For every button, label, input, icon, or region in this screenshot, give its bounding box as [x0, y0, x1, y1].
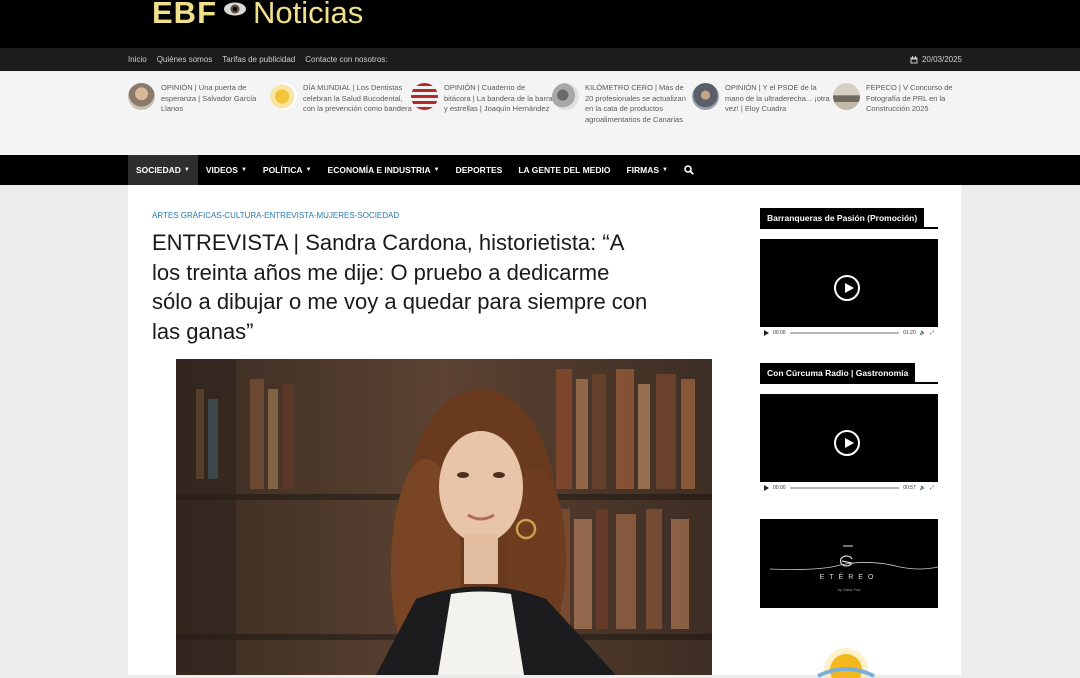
widget-divider [760, 382, 938, 384]
progress-bar[interactable] [789, 487, 900, 489]
ticker-thumbnail [552, 83, 579, 110]
sun-logo [808, 638, 878, 678]
main-navigation: SOCIEDAD ▼ VIDEOS ▼ POLÍTICA ▼ ECONOMÍA E I… [0, 155, 1080, 185]
ticker-headline: OPINIÓN | Y el PSOE de la mano de la ult… [725, 83, 830, 113]
ad-logo-mark [769, 545, 938, 570]
video-current-time: 00:00 [773, 485, 786, 491]
play-small-icon[interactable] [764, 330, 769, 336]
article-title: ENTREVISTA | Sandra Cardona, historietis… [152, 230, 648, 344]
calendar-icon [910, 55, 918, 63]
volume-icon[interactable]: 🔈 [920, 330, 926, 336]
nav-label: LA GENTE DEL MEDIO [518, 165, 611, 175]
play-small-icon[interactable] [764, 485, 769, 491]
search-icon [684, 165, 694, 175]
logo-noticias: Noticias [253, 0, 364, 30]
chevron-down-icon: ▼ [305, 167, 312, 173]
video-player[interactable]: 00:00 01:20 🔈 ⤢ [760, 239, 938, 339]
site-logo[interactable]: EBF Noticias [152, 0, 363, 31]
topbar-link-contacte[interactable]: Contacte con nosotros: [305, 55, 387, 64]
site-header: EBF Noticias [0, 0, 1080, 48]
fullscreen-icon[interactable]: ⤢ [930, 485, 934, 491]
chevron-down-icon: ▼ [662, 167, 668, 173]
nav-item-firmas[interactable]: FIRMAS ▼ [618, 155, 676, 185]
ticker-headline: DÍA MUNDIAL | Los Dentistas celebran la … [303, 83, 412, 113]
ticker-thumbnail [270, 83, 297, 110]
ad-brand-name: ETÉREO [819, 574, 879, 581]
nav-item-deportes[interactable]: DEPORTES [448, 155, 511, 185]
sidebar-widget-title: Barranqueras de Pasión (Promoción) [760, 208, 925, 227]
sidebar-widget-title: Con Cúrcuma Radio | Gastronomía [760, 363, 916, 382]
video-controls: 00:00 01:20 🔈 ⤢ [760, 327, 938, 339]
ticker-headline: OPINIÓN | Una puerta de esperanza | Salv… [161, 83, 257, 113]
logo-ebf: EBF [152, 0, 217, 30]
ticker-headline: OPINIÓN | Cuaderno de bitácora | La band… [444, 83, 553, 113]
nav-label: SOCIEDAD [136, 165, 181, 175]
current-date: 20/03/2025 [921, 55, 962, 64]
nav-item-economia[interactable]: ECONOMÍA E INDUSTRIA ▼ [320, 155, 448, 185]
ticker-thumbnail [833, 83, 860, 110]
nav-label: VIDEOS [205, 165, 238, 175]
nav-item-politica[interactable]: POLÍTICA ▼ [255, 155, 320, 185]
ticker-thumbnail [411, 83, 438, 110]
nav-label: POLÍTICA [262, 165, 303, 175]
chevron-down-icon: ▼ [433, 167, 440, 173]
nav-item-sociedad[interactable]: SOCIEDAD ▼ [128, 155, 198, 185]
volume-icon[interactable]: 🔈 [920, 485, 926, 491]
video-controls: 00:00 00:57 🔈 ⤢ [760, 482, 938, 494]
fullscreen-icon[interactable]: ⤢ [930, 330, 934, 336]
ticker-thumbnail [128, 83, 155, 110]
topbar-date: 20/03/2025 [910, 48, 962, 71]
search-button[interactable] [676, 155, 702, 185]
nav-label: FIRMAS [626, 165, 660, 175]
topbar-link-quienes-somos[interactable]: Quiénes somos [157, 55, 213, 64]
sidebar-ad-banner[interactable]: ETÉREO by Dalia Pud [760, 519, 938, 608]
topbar-link-tarifas[interactable]: Tarifas de publicidad [222, 55, 295, 64]
progress-bar[interactable] [789, 332, 900, 334]
ticker-item[interactable]: DÍA MUNDIAL | Los Dentistas celebran la … [270, 83, 412, 115]
ticker-item[interactable]: OPINIÓN | Cuaderno de bitácora | La band… [411, 83, 553, 115]
nav-label: ECONOMÍA E INDUSTRIA [327, 165, 431, 175]
chevron-down-icon: ▼ [240, 167, 247, 173]
ad-tagline: by Dalia Pud [837, 587, 861, 592]
ticker-headline: FEPECO | V Concurso de Fotografía de PRL… [866, 83, 953, 113]
play-icon[interactable] [834, 275, 860, 301]
nav-label: DEPORTES [455, 165, 503, 175]
widget-divider [760, 227, 938, 229]
ticker-item[interactable]: OPINIÓN | Una puerta de esperanza | Salv… [128, 83, 270, 115]
ticker-item[interactable]: KILÓMETRO CERO | Más de 20 profesionales… [552, 83, 694, 125]
eye-icon [224, 2, 246, 16]
news-ticker: OPINIÓN | Una puerta de esperanza | Salv… [0, 71, 1080, 155]
ticker-thumbnail [692, 83, 719, 110]
nav-item-videos[interactable]: VIDEOS ▼ [198, 155, 255, 185]
article-photo [176, 359, 712, 675]
ticker-item[interactable]: FEPECO | V Concurso de Fotografía de PRL… [833, 83, 975, 115]
nav-item-gente-del-medio[interactable]: LA GENTE DEL MEDIO [510, 155, 618, 185]
video-player[interactable]: 00:00 00:57 🔈 ⤢ [760, 394, 938, 494]
ticker-headline: KILÓMETRO CERO | Más de 20 profesionales… [585, 83, 686, 124]
video-current-time: 00:00 [773, 330, 786, 336]
article-categories[interactable]: ARTES GRÁFICAS-CULTURA-ENTREVISTA-MUJERE… [152, 211, 399, 220]
top-bar: Inicio Quiénes somos Tarifas de publicid… [0, 48, 1080, 71]
ticker-item[interactable]: OPINIÓN | Y el PSOE de la mano de la ult… [692, 83, 834, 115]
video-duration: 00:57 [903, 485, 916, 491]
play-icon[interactable] [834, 430, 860, 456]
chevron-down-icon: ▼ [183, 167, 190, 173]
topbar-link-inicio[interactable]: Inicio [128, 55, 147, 64]
video-duration: 01:20 [903, 330, 916, 336]
